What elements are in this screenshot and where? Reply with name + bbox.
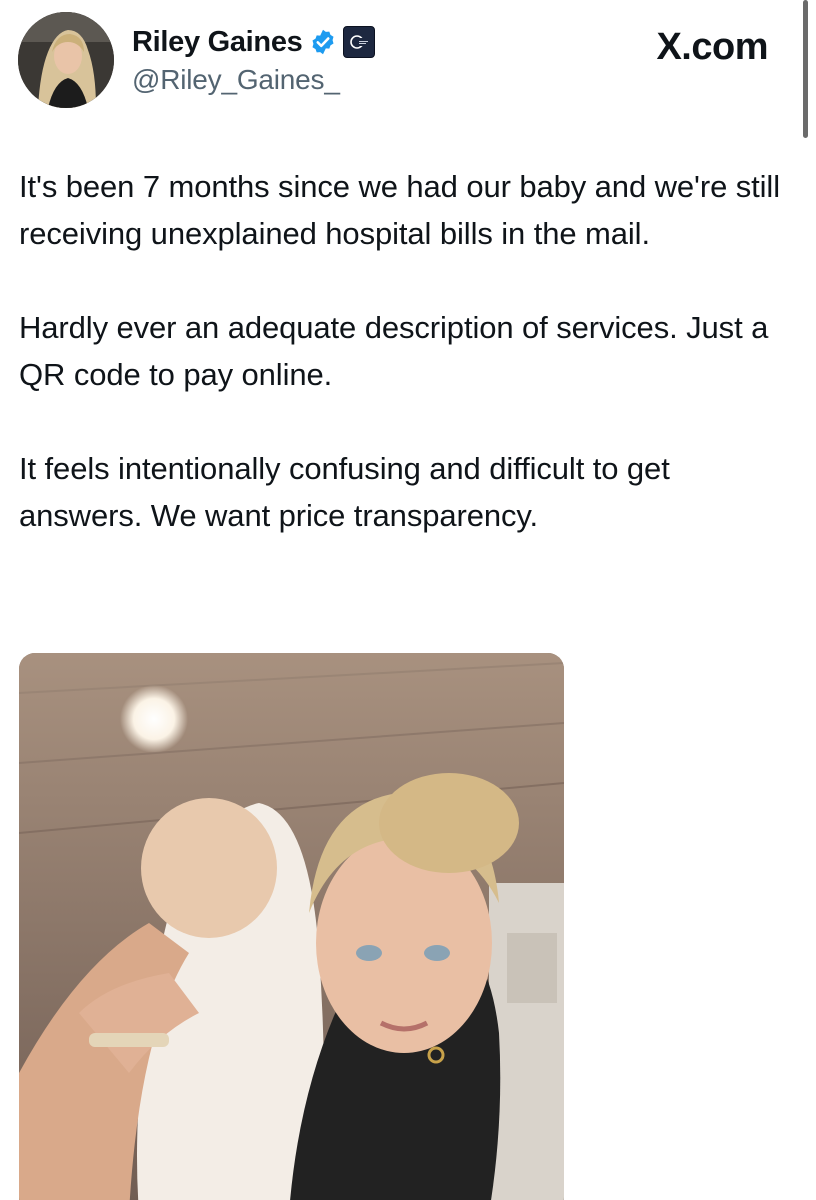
tweet-paragraph: It feels intentionally confusing and dif… (19, 451, 670, 533)
tweet-header: Riley Gaines @Riley_Gaines_ X.com (18, 12, 788, 112)
tweet-paragraph: Hardly ever an adequate description of s… (19, 310, 769, 392)
avatar-image (18, 12, 114, 108)
author-handle[interactable]: @Riley_Gaines_ (132, 64, 375, 96)
avatar[interactable] (18, 12, 114, 108)
tweet-screenshot: Riley Gaines @Riley_Gaines_ X.com It's b… (0, 0, 816, 1200)
tweet-media[interactable] (19, 653, 564, 1200)
tweet-paragraph: It's been 7 months since we had our baby… (19, 169, 780, 251)
verified-badge-icon (309, 28, 337, 56)
affiliate-badge-icon[interactable] (342, 26, 375, 58)
author-info: Riley Gaines @Riley_Gaines_ (132, 22, 375, 96)
scrollbar[interactable] (803, 0, 808, 138)
media-photo (19, 653, 564, 1200)
tweet-text: It's been 7 months since we had our baby… (19, 163, 799, 586)
name-row: Riley Gaines (132, 22, 375, 62)
author-display-name[interactable]: Riley Gaines (132, 26, 303, 59)
source-label: X.com (656, 26, 768, 68)
